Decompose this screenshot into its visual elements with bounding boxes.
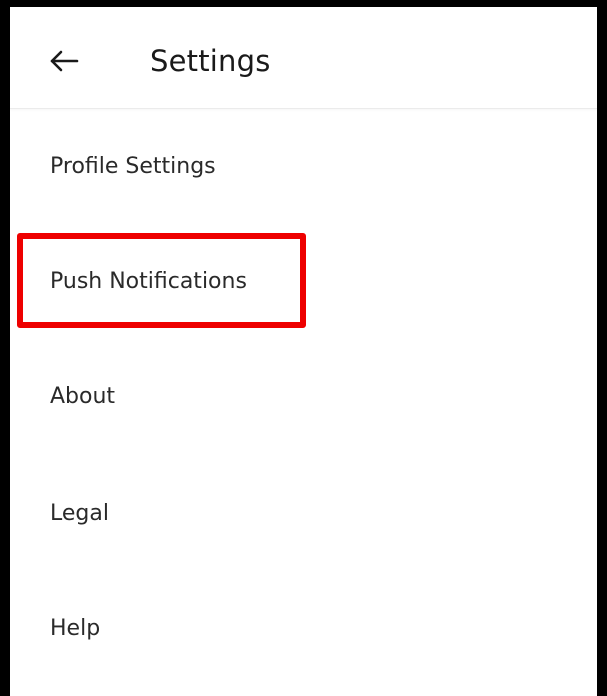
menu-item-label: Push Notifications <box>50 269 247 294</box>
menu-item-profile-settings[interactable]: Profile Settings <box>10 108 597 208</box>
arrow-left-icon <box>50 50 79 72</box>
menu-item-label: Profile Settings <box>50 154 216 179</box>
menu-item-help[interactable]: Help <box>10 568 597 668</box>
menu-item-label: Legal <box>50 501 109 526</box>
page-title: Settings <box>150 44 271 78</box>
app-bar: Settings <box>10 7 597 109</box>
back-button[interactable] <box>44 41 84 81</box>
menu-item-push-notifications[interactable]: Push Notifications <box>10 223 597 323</box>
menu-item-label: Help <box>50 616 101 641</box>
menu-item-about[interactable]: About <box>10 338 597 438</box>
menu-item-legal[interactable]: Legal <box>10 453 597 553</box>
menu-item-label: About <box>50 384 116 409</box>
